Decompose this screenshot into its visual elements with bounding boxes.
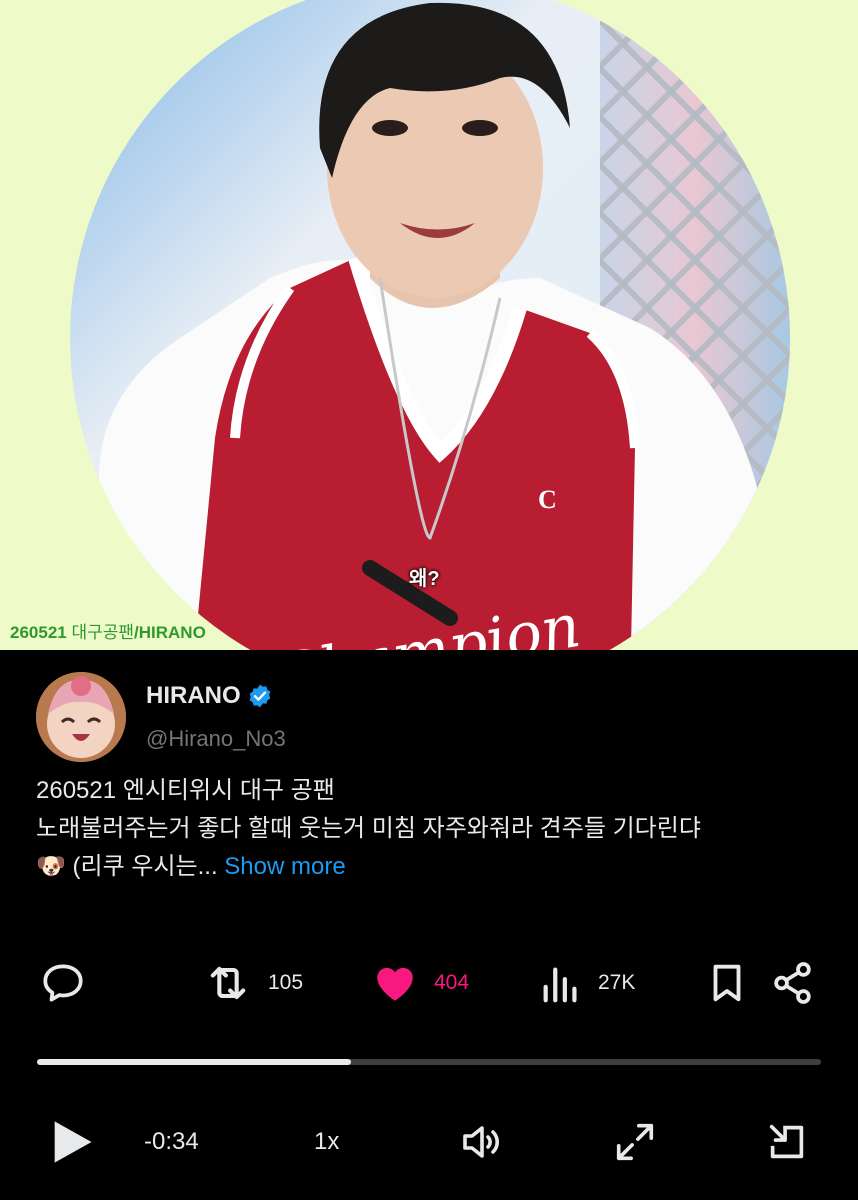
repost-button[interactable]: 105: [202, 955, 303, 1011]
fullscreen-icon: [616, 1123, 654, 1161]
video-player[interactable]: C Champion 왜? 260521 대구공팬/HIRANO: [0, 0, 858, 650]
play-icon: [54, 1121, 92, 1163]
avatar-character-icon: [36, 672, 126, 762]
volume-icon: [463, 1126, 499, 1158]
video-person-image: C Champion: [99, 2, 768, 650]
video-progress-bar[interactable]: [37, 1059, 821, 1065]
volume-button[interactable]: [458, 1112, 506, 1172]
bookmark-icon: [713, 964, 741, 1002]
svg-text:C: C: [538, 485, 557, 514]
repost-icon: [210, 966, 246, 1000]
bookmark-button[interactable]: [704, 955, 750, 1011]
pip-button[interactable]: [764, 1112, 810, 1172]
share-icon: [774, 962, 811, 1004]
video-progress-fill: [37, 1059, 351, 1065]
post-text-line-1: 260521 엔시티위시 대구 공팬: [36, 777, 335, 804]
share-button[interactable]: [768, 955, 818, 1011]
verified-badge-icon: [249, 684, 270, 708]
post-text-line-3: 🐶 (리쿠 우시는... Show more: [36, 848, 836, 886]
time-remaining: -0:34: [144, 1112, 199, 1172]
fullscreen-button[interactable]: [612, 1112, 658, 1172]
author-display-name[interactable]: HIRANO: [146, 682, 241, 710]
dog-emoji-icon: 🐶: [36, 853, 66, 880]
post-text-line-2: 노래불러주는거 좋다 할때 웃는거 미침 자주와줘라 견주들 기다린댜: [36, 815, 701, 842]
reply-button[interactable]: [38, 955, 88, 1011]
watermark-text: 대구공팬: [71, 623, 135, 642]
video-frame-circle: C Champion: [70, 0, 790, 650]
show-more-link[interactable]: Show more: [224, 853, 345, 880]
playback-speed-text: 1x: [314, 1128, 340, 1155]
video-watermark: 260521 대구공팬/HIRANO: [10, 618, 206, 643]
post-text: 260521 엔시티위시 대구 공팬 노래불러주는거 좋다 할때 웃는거 미침 …: [36, 772, 836, 886]
like-count: 404: [434, 971, 470, 994]
time-remaining-text: -0:34: [144, 1128, 199, 1155]
post-actions-bar: 105 404 27K: [0, 955, 858, 1015]
video-subtitle: 왜?: [409, 568, 440, 590]
reply-icon: [43, 964, 83, 1002]
avatar[interactable]: [36, 672, 126, 762]
play-button[interactable]: [46, 1112, 98, 1172]
repost-count: 105: [268, 971, 304, 994]
post-text-line-3-text: (리쿠 우시는...: [65, 853, 218, 880]
views-icon: [543, 967, 577, 1003]
heart-icon: [377, 967, 413, 1001]
views-button[interactable]: 27K: [538, 955, 635, 1011]
author-name-row[interactable]: HIRANO: [146, 682, 273, 710]
playback-speed-button[interactable]: 1x: [314, 1112, 339, 1172]
watermark-name: /HIRANO: [134, 623, 206, 642]
picture-in-picture-icon: [769, 1124, 804, 1159]
author-handle[interactable]: @Hirano_No3: [146, 726, 286, 752]
views-count: 27K: [598, 971, 636, 994]
like-button[interactable]: 404: [370, 955, 469, 1011]
watermark-date: 260521: [10, 623, 67, 642]
